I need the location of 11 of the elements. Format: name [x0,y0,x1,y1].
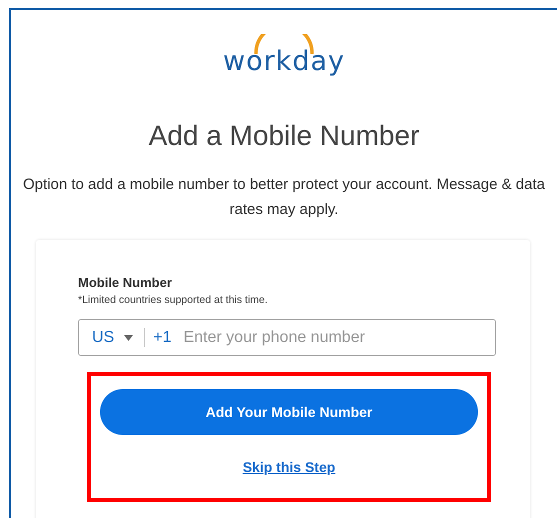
field-label: Mobile Number [78,275,173,290]
country-selector[interactable]: US [92,328,114,346]
country-code: +1 [153,328,172,346]
hint-text: *Limited countries supported at this time. [78,294,269,306]
skip-link[interactable]: Skip this Step [242,459,336,475]
logo-text: workday [222,48,345,75]
add-number-button[interactable]: Add Your Mobile Number [100,389,478,435]
caret-icon[interactable] [124,334,134,340]
phone-field[interactable]: US +1 Enter your phone number [78,319,496,356]
description-text: Option to add a mobile number to better protect your account. Message & data rates may apply. [22,175,546,220]
page-heading: Add a Mobile Number [148,120,420,152]
